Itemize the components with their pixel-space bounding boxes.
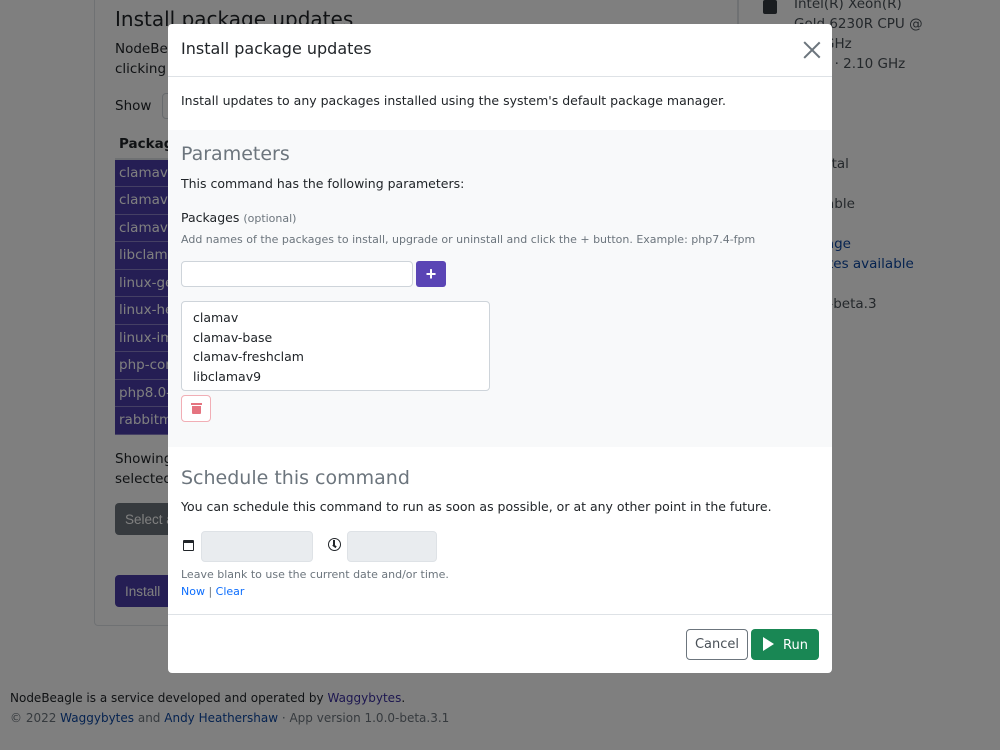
trash-icon [191, 403, 202, 414]
run-label: Run [783, 637, 808, 653]
schedule-heading: Schedule this command [181, 467, 410, 489]
run-button[interactable]: Run [751, 629, 819, 660]
cancel-button[interactable]: Cancel [686, 629, 748, 660]
calendar-icon [183, 540, 194, 551]
list-item[interactable]: clamav [193, 308, 478, 328]
schedule-subheading: You can schedule this command to run as … [181, 499, 772, 514]
modal-description: Install updates to any packages installe… [181, 93, 726, 108]
clock-icon [328, 538, 341, 551]
modal-header: Install package updates [168, 24, 832, 77]
schedule-time-input[interactable] [347, 531, 437, 562]
add-package-button[interactable]: + [416, 261, 446, 287]
schedule-help: Leave blank to use the current date and/… [181, 568, 449, 581]
schedule-section: Schedule this command You can schedule t… [168, 447, 832, 614]
clear-link[interactable]: Clear [216, 585, 245, 598]
close-icon[interactable] [802, 40, 822, 60]
package-name-input[interactable] [181, 261, 413, 287]
modal-footer: Cancel Run [168, 614, 832, 673]
now-link[interactable]: Now [181, 585, 205, 598]
install-updates-modal: Install package updates Install updates … [168, 24, 832, 673]
packages-help: Add names of the packages to install, up… [181, 233, 756, 246]
parameters-subheading: This command has the following parameter… [181, 176, 465, 191]
packages-label: Packages (optional) [181, 210, 296, 225]
parameters-section: Parameters This command has the followin… [168, 130, 832, 447]
schedule-links: Now | Clear [181, 585, 244, 598]
optional-tag: (optional) [243, 212, 297, 225]
parameters-heading: Parameters [181, 143, 290, 165]
list-item[interactable]: libclamav9 [193, 367, 478, 387]
schedule-date-input[interactable] [201, 531, 313, 562]
link-separator: | [204, 585, 216, 598]
list-item[interactable]: linux-generic [193, 386, 478, 390]
play-icon [763, 636, 774, 651]
list-item[interactable]: clamav-base [193, 328, 478, 348]
packages-label-text: Packages [181, 210, 240, 225]
modal-title: Install package updates [181, 39, 372, 58]
delete-package-button[interactable] [181, 395, 211, 422]
package-list[interactable]: clamav clamav-base clamav-freshclam libc… [181, 301, 490, 391]
list-item[interactable]: clamav-freshclam [193, 347, 478, 367]
